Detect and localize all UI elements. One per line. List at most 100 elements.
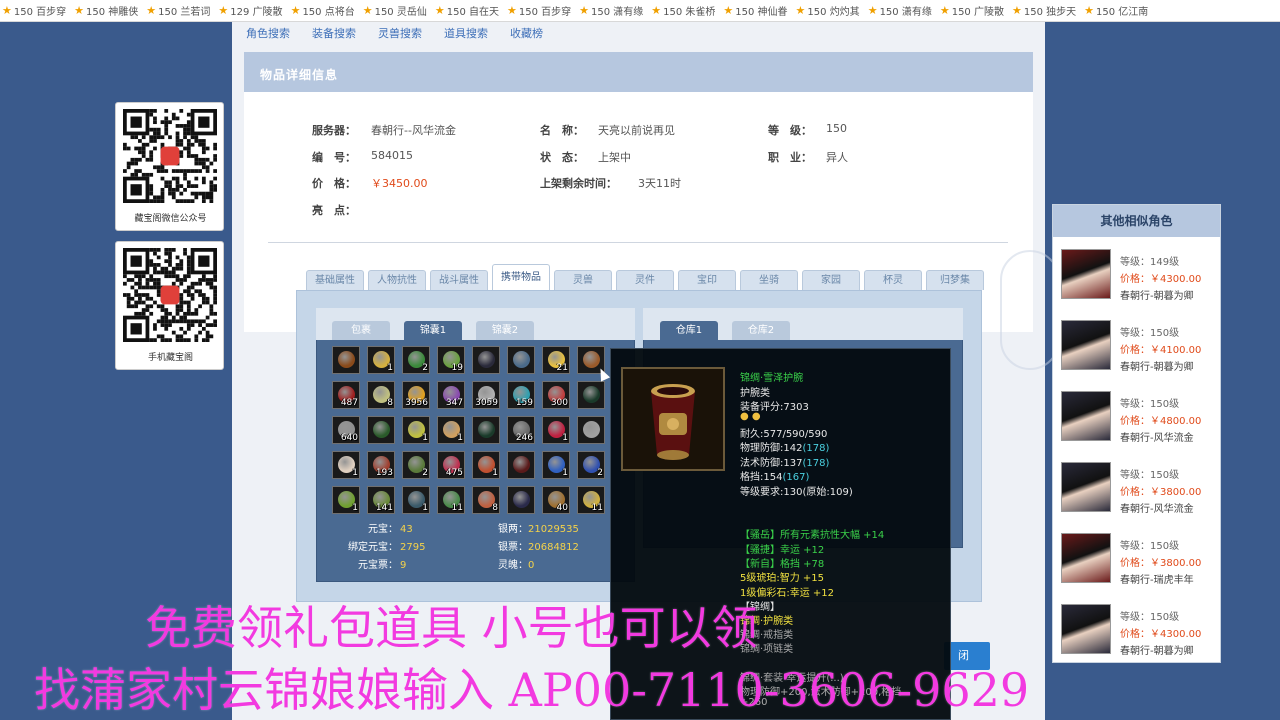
tooltip-name: 锦绸·雪泽护腕 [740,373,804,384]
inventory-slot[interactable]: 2 [402,451,430,479]
inventory-slot[interactable] [577,416,605,444]
server-link[interactable]: ★ 150 兰若词 [146,3,210,18]
inventory-slot[interactable]: 1 [332,451,360,479]
similar-role-item[interactable]: 等级：150级 价格：￥4800.00 春朝行-风华流金 [1061,391,1213,451]
inventory-slot[interactable]: 40 [542,486,570,514]
inventory-slot[interactable] [472,346,500,374]
inventory-slot[interactable]: 1 [332,486,360,514]
inventory-slot[interactable]: 347 [437,381,465,409]
inventory-slot[interactable]: 246 [507,416,535,444]
nav-item-search[interactable]: 道具搜索 [444,25,488,41]
inventory-slot[interactable]: 1 [402,486,430,514]
server-link[interactable]: ★ 150 亿江南 [1084,3,1148,18]
inventory-slot[interactable] [507,451,535,479]
nav-equip-search[interactable]: 装备搜索 [312,25,356,41]
inventory-slot[interactable]: 11 [577,486,605,514]
inventory-slot[interactable]: 19 [437,346,465,374]
nav-pet-search[interactable]: 灵兽搜索 [378,25,422,41]
inventory-slot[interactable]: 1 [367,346,395,374]
server-link[interactable]: ★ 150 灵岳仙 [363,3,427,18]
bracer-icon [621,367,725,471]
mobile-qr-caption: 手机藏宝阁 [147,353,193,363]
inventory-slot[interactable]: 3956 [402,381,430,409]
role-avatar [1061,462,1111,512]
server-link-label: 150 灼灼其 [807,7,860,18]
tab-8[interactable]: 家园 [802,270,860,290]
inventory-slot[interactable]: 21 [542,346,570,374]
inventory-slot[interactable]: 159 [507,381,535,409]
tab-1[interactable]: 人物抗性 [368,270,426,290]
tab-7[interactable]: 坐骑 [740,270,798,290]
star-icon: ★ [2,4,12,17]
server-label: 服务器： [312,124,356,137]
warehouse-tab-2[interactable]: 仓库2 [732,321,790,340]
inventory-slot[interactable] [577,381,605,409]
wechat-qr-caption: 藏宝阁微信公众号 [134,214,207,224]
server-link[interactable]: ★ 150 独步天 [1012,3,1076,18]
inventory-slot[interactable]: 487 [332,381,360,409]
inventory-slot[interactable]: 1 [542,416,570,444]
inventory-slot[interactable]: 8 [367,381,395,409]
inventory-slot[interactable]: 300 [542,381,570,409]
tab-10[interactable]: 归梦集 [926,270,984,290]
server-link[interactable]: ★ 150 点将台 [291,3,355,18]
server-link[interactable]: ★ 150 百步穿 [2,3,66,18]
server-link[interactable]: ★ 150 潇有缘 [579,3,643,18]
item-count: 2 [597,468,603,478]
tab-5[interactable]: 灵件 [616,270,674,290]
inventory-slot[interactable]: 640 [332,416,360,444]
similar-role-item[interactable]: 等级：150级 价格：￥4100.00 春朝行-朝暮为卿 [1061,320,1213,380]
role-avatar [1061,533,1111,583]
inventory-slot[interactable]: 11 [437,486,465,514]
inventory-slot[interactable]: 141 [367,486,395,514]
similar-role-item[interactable]: 等级：150级 价格：￥4300.00 春朝行-朝暮为卿 [1061,604,1213,664]
bag-tab-pouch2[interactable]: 锦囊2 [476,321,534,340]
nav-favorites[interactable]: 收藏榜 [510,25,543,41]
inventory-slot[interactable] [507,486,535,514]
tab-9[interactable]: 杯灵 [864,270,922,290]
inventory-slot[interactable]: 2 [402,346,430,374]
server-link[interactable]: ★ 129 广陵散 [218,3,282,18]
tab-3[interactable]: 携带物品 [492,264,550,290]
server-link[interactable]: ★ 150 朱雀桥 [651,3,715,18]
inventory-slot[interactable] [507,346,535,374]
inventory-slot[interactable]: 1 [542,451,570,479]
role-level: 等级：150级 [1120,399,1180,410]
price-value: ￥3450.00 [371,177,428,190]
similar-role-item[interactable]: 等级：150级 价格：￥3800.00 春朝行-瑞虎丰年 [1061,533,1213,593]
bag-tab-pouch1[interactable]: 锦囊1 [404,321,462,340]
server-link[interactable]: ★ 150 神雕侠 [74,3,138,18]
inventory-slot[interactable]: 1 [437,416,465,444]
item-count: 347 [445,398,463,408]
inventory-slot[interactable] [472,416,500,444]
tab-0[interactable]: 基础属性 [306,270,364,290]
inventory-slot[interactable]: 1 [472,451,500,479]
inventory-slot[interactable]: 3059 [472,381,500,409]
tab-2[interactable]: 战斗属性 [430,270,488,290]
server-link[interactable]: ★ 150 自在天 [435,3,499,18]
nav-role-search[interactable]: 角色搜索 [246,25,290,41]
star-icon: ★ [434,4,445,17]
server-link[interactable]: ★ 150 广陵散 [940,3,1004,18]
inventory-slot[interactable]: 8 [472,486,500,514]
tab-4[interactable]: 灵兽 [554,270,612,290]
server-link[interactable]: ★ 150 神仙眷 [723,3,787,18]
inventory-slot[interactable] [332,346,360,374]
warehouse-tab-1[interactable]: 仓库1 [660,321,718,340]
inventory-slot[interactable]: 1 [402,416,430,444]
inventory-slot[interactable]: 193 [367,451,395,479]
similar-role-item[interactable]: 等级：149级 价格：￥4300.00 春朝行-朝暮为卿 [1061,249,1213,309]
similar-role-item[interactable]: 等级：150级 价格：￥3800.00 春朝行-风华流金 [1061,462,1213,522]
tab-6[interactable]: 宝印 [678,270,736,290]
role-level: 等级：150级 [1120,541,1180,552]
tooltip-gem-1: 5级琥珀:智力 +15 [740,573,825,584]
server-link[interactable]: ★ 150 百步穿 [507,3,571,18]
inventory-slot[interactable]: 475 [437,451,465,479]
star-icon: ★ [651,4,662,17]
inventory-slot[interactable]: 2 [577,451,605,479]
inventory-slot[interactable] [367,416,395,444]
server-link[interactable]: ★ 150 灼灼其 [796,3,860,18]
server-link[interactable]: ★ 150 潇有缘 [868,3,932,18]
currency-table: 元宝： 43 银两： 21029535 绑定元宝： 2795 银票： 20684… [324,521,610,575]
bag-tab-main[interactable]: 包裹 [332,321,390,340]
